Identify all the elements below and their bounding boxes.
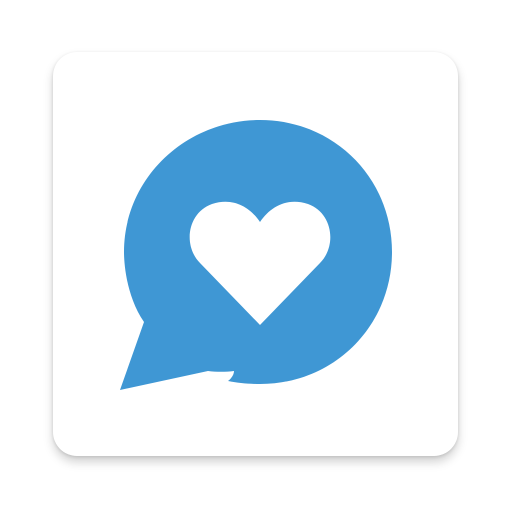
chat-heart-icon xyxy=(120,120,392,390)
app-icon-screen xyxy=(0,0,512,512)
